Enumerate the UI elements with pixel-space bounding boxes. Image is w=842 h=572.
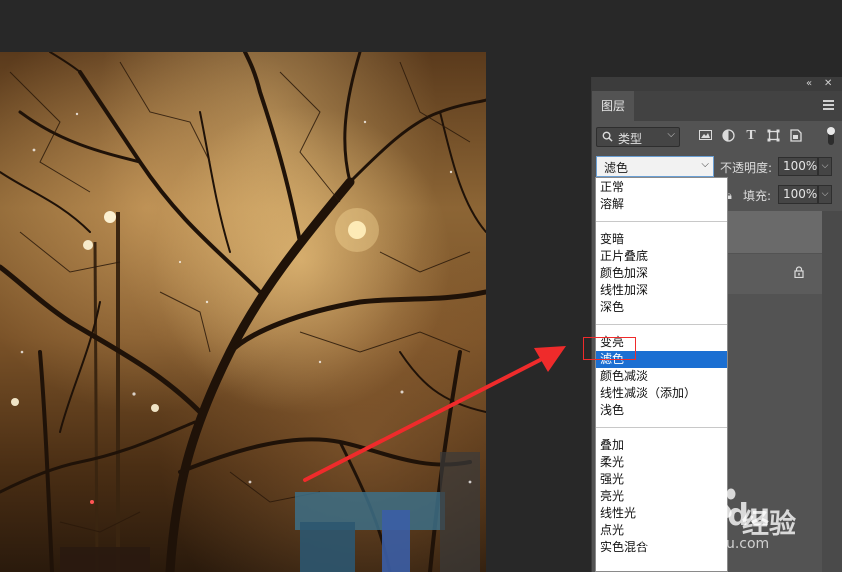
highlight-box	[583, 337, 636, 360]
watermark-url: jingyan.baidu.com	[640, 536, 770, 552]
baidu-watermark: Bai du 经验 jingyan.baidu.com	[640, 478, 840, 568]
